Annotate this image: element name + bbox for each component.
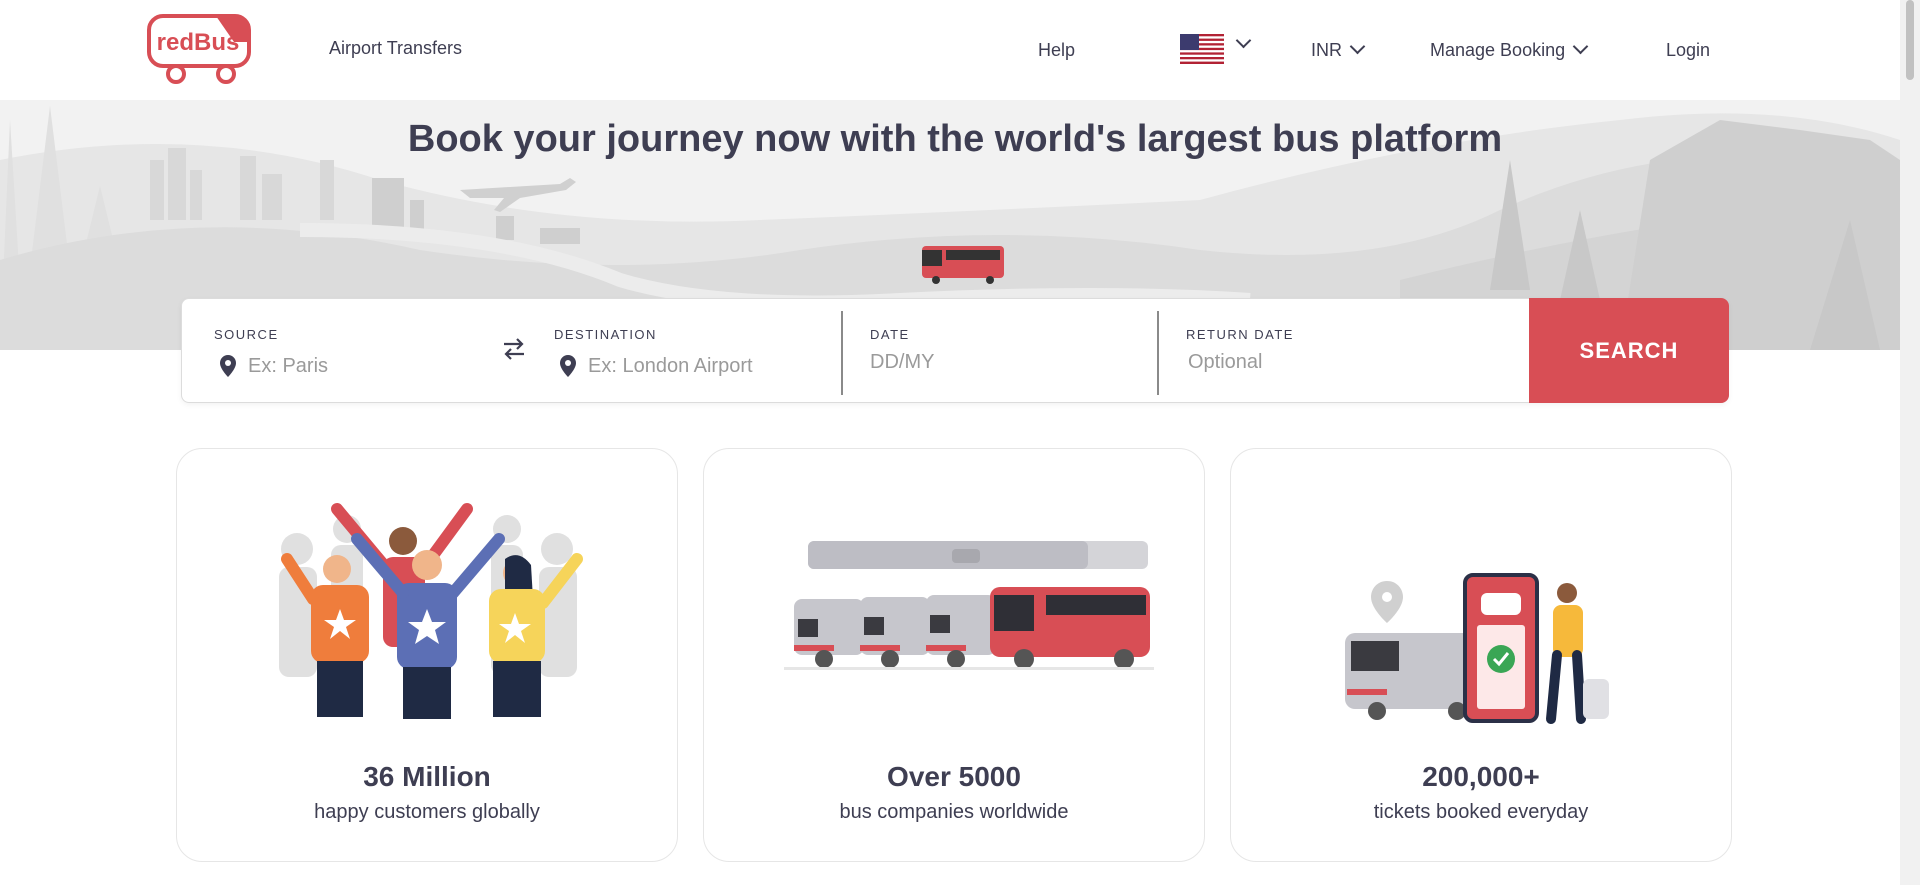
stat-description: tickets booked everyday <box>1373 801 1589 823</box>
happy-customers-illustration <box>279 503 583 719</box>
location-pin-icon <box>220 355 236 377</box>
search-bar: SOURCE DESTINATION DATE RETURN DATE SEAR… <box>181 298 1729 403</box>
source-label: SOURCE <box>214 327 279 342</box>
language-dropdown[interactable] <box>1228 32 1252 55</box>
stat-card-bus-companies: Over 5000 bus companies worldwide <box>703 448 1205 862</box>
stat-description: happy customers globally <box>314 801 540 823</box>
currency-dropdown[interactable]: INR <box>1311 38 1366 61</box>
source-field[interactable]: SOURCE <box>212 299 482 402</box>
stat-card-customers: 36 Million happy customers globally <box>176 448 678 862</box>
manage-booking-label: Manage Booking <box>1430 40 1566 60</box>
svg-text:redBus: redBus <box>157 29 240 56</box>
stat-card-tickets: 200,000+ tickets booked everyday <box>1230 448 1732 862</box>
destination-label: DESTINATION <box>554 327 657 342</box>
login-link[interactable]: Login <box>1666 40 1710 61</box>
date-input[interactable] <box>868 350 1102 375</box>
return-date-input[interactable] <box>1186 350 1420 375</box>
date-label: DATE <box>870 327 910 342</box>
nav-airport-transfers[interactable]: Airport Transfers <box>329 38 462 59</box>
redbus-logo[interactable]: redBus <box>146 12 254 84</box>
destination-input[interactable] <box>586 354 820 379</box>
nav-help[interactable]: Help <box>1038 40 1075 61</box>
hero-title: Book your journey now with the world's l… <box>407 118 1503 160</box>
stat-value: 200,000+ <box>1422 761 1540 792</box>
search-button[interactable]: SEARCH <box>1529 298 1729 403</box>
return-date-label: RETURN DATE <box>1186 327 1294 342</box>
field-divider <box>841 311 843 395</box>
manage-booking-dropdown[interactable]: Manage Booking <box>1430 38 1589 61</box>
return-date-field[interactable]: RETURN DATE <box>1184 299 1484 402</box>
swap-icon[interactable] <box>500 335 528 363</box>
top-header: redBus Airport Transfers Help INR Manage… <box>0 0 1900 100</box>
scrollbar-thumb[interactable] <box>1906 0 1914 80</box>
location-pin-icon <box>560 355 576 377</box>
currency-label: INR <box>1311 40 1342 60</box>
stat-value: Over 5000 <box>887 761 1021 792</box>
page-scrollbar[interactable] <box>1900 0 1920 885</box>
field-divider <box>1157 311 1159 395</box>
stat-description: bus companies worldwide <box>839 801 1069 823</box>
date-field[interactable]: DATE <box>868 299 1148 402</box>
chevron-down-icon <box>1235 32 1252 49</box>
chevron-down-icon <box>1349 38 1366 55</box>
destination-field[interactable]: DESTINATION <box>552 299 832 402</box>
stat-value: 36 Million <box>363 761 491 792</box>
ticket-booking-illustration <box>1345 573 1609 724</box>
source-input[interactable] <box>246 354 480 379</box>
us-flag-icon[interactable] <box>1180 34 1224 64</box>
chevron-down-icon <box>1572 38 1589 55</box>
bus-fleet-illustration <box>784 541 1154 670</box>
